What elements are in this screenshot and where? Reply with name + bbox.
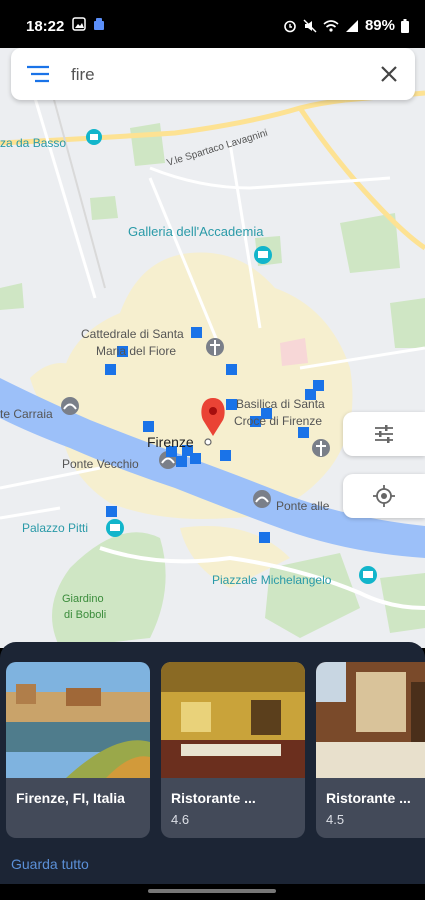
museum-marker-icon[interactable]	[254, 246, 272, 264]
map-label: di Boboli	[64, 609, 106, 621]
status-bar: 18:22 89%	[0, 0, 425, 48]
search-bar	[11, 48, 415, 100]
map-label: Ponte Vecchio	[62, 457, 139, 471]
museum-marker-icon[interactable]	[86, 129, 102, 145]
search-input[interactable]	[69, 60, 363, 90]
bridge-marker-icon[interactable]	[253, 490, 271, 508]
map-label: te Carraia	[0, 407, 53, 421]
map-label: Piazzale Michelangelo	[212, 573, 332, 587]
result-photo	[6, 662, 150, 778]
map-label: Maria del Fiore	[96, 344, 176, 358]
my-location-button[interactable]	[343, 474, 425, 518]
result-photo	[316, 662, 425, 778]
signal-icon	[345, 19, 358, 32]
result-rating: 4.6	[171, 812, 190, 827]
menu-icon[interactable]	[27, 65, 49, 83]
sliders-icon	[375, 425, 393, 443]
museum-marker-icon[interactable]	[359, 566, 377, 584]
result-rating: 4.5	[326, 812, 345, 827]
status-time: 18:22	[26, 18, 65, 35]
result-card[interactable]: Firenze, FI, Italia	[6, 662, 150, 838]
church-marker-icon[interactable]	[206, 338, 224, 356]
gallery-icon	[72, 17, 86, 31]
map-label: Giardino	[62, 593, 104, 605]
map-label: za da Basso	[0, 136, 66, 150]
map-canvas[interactable]: za da Basso V.le Spartaco Lavagnini Gall…	[0, 48, 425, 648]
map-label: Firenze	[147, 434, 194, 450]
battery-percent: 89%	[364, 17, 395, 34]
alarm-icon	[284, 20, 296, 32]
map-label: Croce di Firenze	[234, 414, 322, 428]
map-label: Palazzo Pitti	[22, 521, 88, 535]
map-label: Cattedrale di Santa	[81, 327, 184, 341]
filter-button[interactable]	[343, 412, 425, 456]
result-title: Ristorante ...	[171, 790, 256, 806]
results-panel: Firenze, FI, Italia Ristorante ... 4.6 R…	[0, 642, 425, 892]
navigation-bar	[0, 884, 425, 900]
battery-icon	[401, 18, 409, 33]
crosshair-icon	[373, 485, 395, 507]
map-label: Basilica di Santa	[236, 397, 325, 411]
map-label: Ponte alle	[276, 499, 330, 513]
home-gesture-handle[interactable]	[148, 889, 276, 893]
result-card[interactable]: Ristorante ... 4.5	[316, 662, 425, 838]
church-marker-icon[interactable]	[312, 439, 330, 457]
map-label: Galleria dell'Accademia	[128, 224, 264, 239]
see-all-link[interactable]: Guarda tutto	[11, 856, 89, 872]
map-view[interactable]: za da Basso V.le Spartaco Lavagnini Gall…	[0, 48, 425, 648]
result-title: Firenze, FI, Italia	[16, 790, 125, 806]
mute-icon	[303, 19, 317, 32]
bridge-marker-icon[interactable]	[61, 397, 79, 415]
results-carousel[interactable]: Firenze, FI, Italia Ristorante ... 4.6 R…	[6, 662, 425, 840]
storage-icon	[94, 18, 104, 30]
museum-marker-icon[interactable]	[106, 519, 124, 537]
city-dot-icon	[204, 438, 212, 446]
close-icon[interactable]	[377, 62, 401, 86]
result-photo	[161, 662, 305, 778]
result-card[interactable]: Ristorante ... 4.6	[161, 662, 305, 838]
wifi-icon	[323, 19, 339, 32]
result-title: Ristorante ...	[326, 790, 411, 806]
